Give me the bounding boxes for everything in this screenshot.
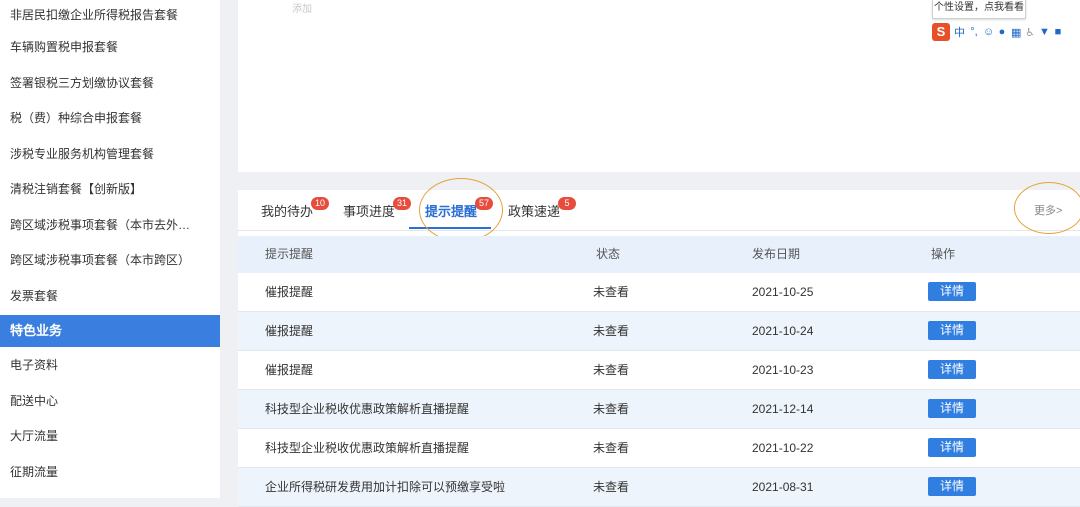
row-date: 2021-12-14 [752,402,814,416]
settings-tooltip: 个性设置，点我看看 [932,0,1026,19]
emoji-icon[interactable]: ☺ [983,26,994,38]
sidebar-item-electronic-docs[interactable]: 电子资料 [0,348,220,384]
count-badge: 10 [311,197,329,210]
faint-add-text: 添加 [292,4,312,15]
header-status: 状态 [596,247,621,261]
sidebar-item-comprehensive-filing[interactable]: 税（费）种综合申报套餐 [0,101,220,137]
accessibility-icon[interactable]: ♿ [1025,26,1035,39]
annotation-circle-tab [419,178,503,242]
table-row: 科技型企业税收优惠政策解析直播提醒 未查看 2021-10-22 详情 [238,429,1080,468]
details-button[interactable]: 详情 [928,399,976,418]
details-button[interactable]: 详情 [928,360,976,379]
tab-label: 政策速递 [508,204,561,219]
details-button[interactable]: 详情 [928,438,976,457]
details-button[interactable]: 详情 [928,477,976,496]
row-status: 未查看 [593,480,630,494]
row-title: 催报提醒 [265,363,314,377]
sidebar-item-vehicle-purchase-tax[interactable]: 车辆购置税申报套餐 [0,30,220,66]
tabs-bar: 我的待办 10 事项进度 31 提示提醒 57 政策速递 5 更多> [238,178,1080,242]
table-row: 科技型企业税收优惠政策解析直播提醒 未查看 2021-12-14 详情 [238,390,1080,429]
ime-toolbar[interactable]: S 中 °, ☺ ● ▦ ♿ ▼ ■ [932,22,1063,42]
sidebar-item-cross-region-city[interactable]: 跨区域涉税事项套餐（本市跨区） [0,243,220,279]
tab-label: 我的待办 [261,204,314,219]
sidebar-item-tax-deregistration[interactable]: 清税注销套餐【创新版】 [0,172,220,208]
table-row: 企业所得税研发费用加计扣除可以预缴享受啦 未查看 2021-08-31 详情 [238,468,1080,507]
table-row: 催报提醒 未查看 2021-10-23 详情 [238,351,1080,390]
row-title: 科技型企业税收优惠政策解析直播提醒 [265,441,470,455]
row-date: 2021-10-23 [752,363,814,377]
row-title: 催报提醒 [265,285,314,299]
sidebar-item-hall-traffic[interactable]: 大厅流量 [0,419,220,455]
table-row: 催报提醒 未查看 2021-10-24 详情 [238,312,1080,351]
row-date: 2021-10-25 [752,285,814,299]
count-badge: 5 [558,197,576,210]
sogou-logo-icon[interactable]: S [932,23,950,41]
row-title: 科技型企业税收优惠政策解析直播提醒 [265,402,470,416]
table-header: 提示提醒 状态 发布日期 操作 [238,236,1080,273]
header-title: 提示提醒 [265,247,314,261]
ime-chinese-mode[interactable]: 中 [954,24,965,40]
sidebar-item-special-business[interactable]: 特色业务 [0,315,220,347]
microphone-icon[interactable]: ● [997,26,1007,38]
row-date: 2021-10-24 [752,324,814,338]
sidebar-item-cross-region-out[interactable]: 跨区域涉税事项套餐（本市去外… [0,208,220,244]
tab-my-todo[interactable]: 我的待办 10 [261,197,329,220]
header-date: 发布日期 [752,247,801,261]
details-button[interactable]: 详情 [928,282,976,301]
skin-icon[interactable]: ▼ [1039,26,1050,38]
punctuation-icon[interactable]: °, [969,26,979,38]
tab-progress[interactable]: 事项进度 31 [343,197,411,220]
row-status: 未查看 [593,363,630,377]
row-date: 2021-10-22 [752,441,814,455]
table-row: 催报提醒 未查看 2021-10-25 详情 [238,273,1080,312]
count-badge: 31 [393,197,411,210]
row-status: 未查看 [593,324,630,338]
keyboard-icon[interactable]: ▦ [1011,26,1021,39]
sidebar-item-invoice[interactable]: 发票套餐 [0,279,220,315]
sidebar-item-tripartite-agreement[interactable]: 签署银税三方划缴协议套餐 [0,66,220,102]
sidebar-item-nonresident-withholding[interactable]: 非居民扣缴企业所得税报告套餐 [0,0,220,30]
annotation-circle-more [1014,182,1080,234]
header-action: 操作 [931,247,956,261]
sidebar-item-tax-service-agency[interactable]: 涉税专业服务机构管理套餐 [0,137,220,173]
tab-policy[interactable]: 政策速递 5 [508,197,576,220]
notifications-panel: 我的待办 10 事项进度 31 提示提醒 57 政策速递 5 更多> 提示提醒 … [238,178,1080,507]
sidebar-item-delivery-center[interactable]: 配送中心 [0,384,220,420]
sidebar-item-period-traffic[interactable]: 征期流量 [0,455,220,491]
row-status: 未查看 [593,402,630,416]
row-date: 2021-08-31 [752,480,814,494]
table-body: 催报提醒 未查看 2021-10-25 详情 催报提醒 未查看 2021-10-… [238,273,1080,507]
row-title: 企业所得税研发费用加计扣除可以预缴享受啦 [265,480,506,494]
sidebar: 非居民扣缴企业所得税报告套餐 车辆购置税申报套餐 签署银税三方划缴协议套餐 税（… [0,0,220,498]
row-title: 催报提醒 [265,324,314,338]
tab-label: 事项进度 [343,204,396,219]
row-status: 未查看 [593,441,630,455]
details-button[interactable]: 详情 [928,321,976,340]
toolbox-icon[interactable]: ■ [1053,26,1063,38]
row-status: 未查看 [593,285,630,299]
